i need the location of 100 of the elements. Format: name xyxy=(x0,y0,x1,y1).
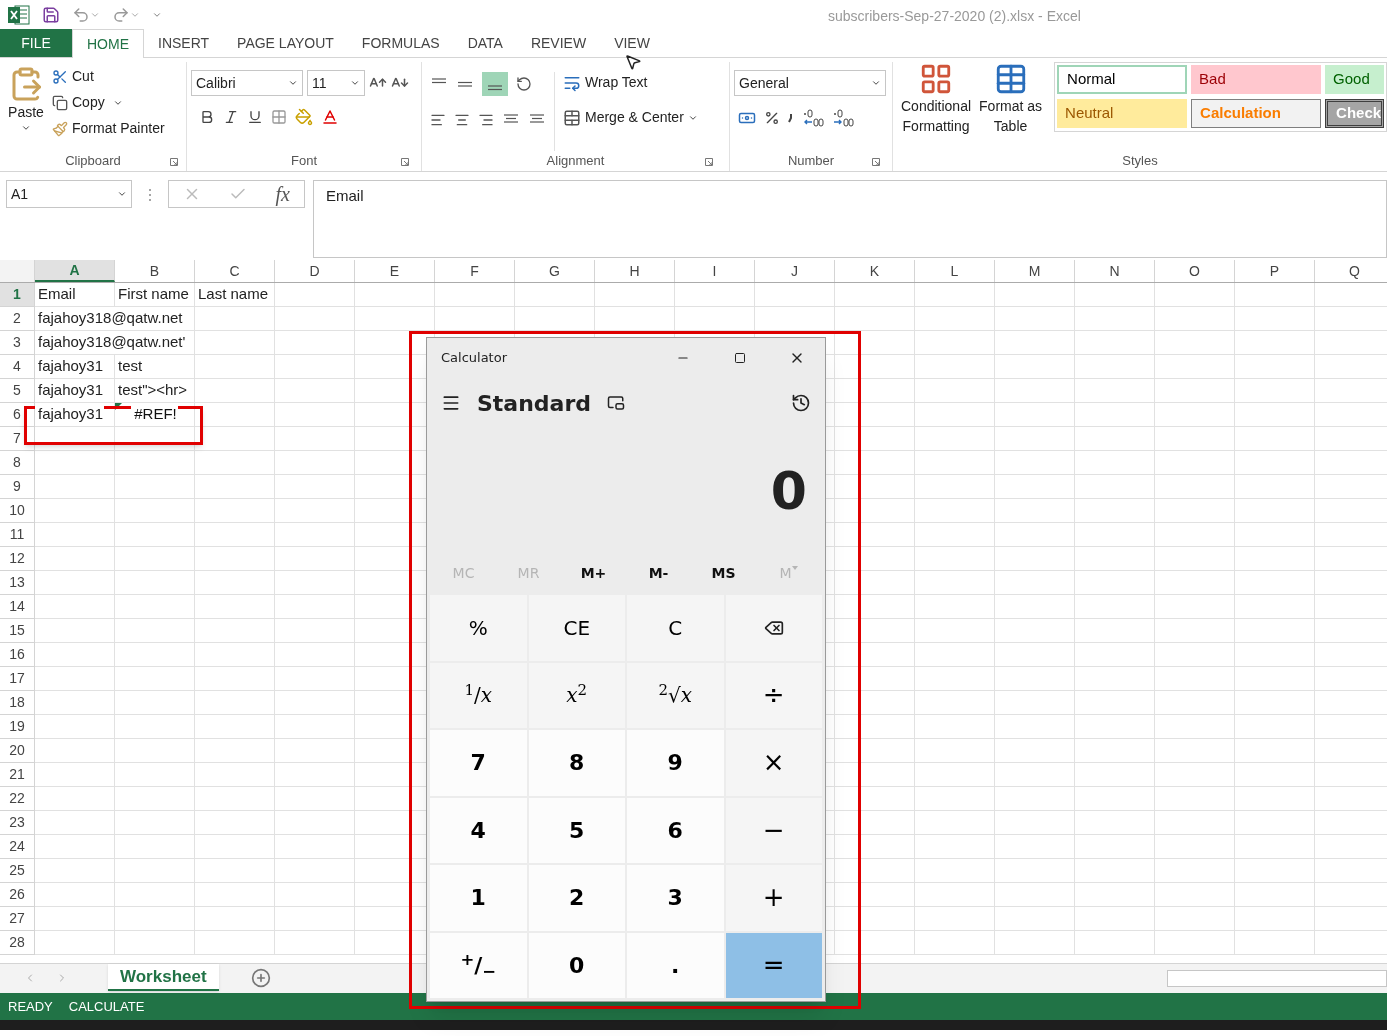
row-header[interactable]: 12 xyxy=(0,547,35,571)
format-as-table-button[interactable]: Format as Table xyxy=(979,62,1043,152)
row-header[interactable]: 9 xyxy=(0,475,35,499)
memory-button[interactable]: MS xyxy=(693,562,754,584)
row-header[interactable]: 14 xyxy=(0,595,35,619)
horizontal-scrollbar[interactable] xyxy=(1167,970,1387,987)
row-header[interactable]: 17 xyxy=(0,667,35,691)
row-header[interactable]: 23 xyxy=(0,811,35,835)
comma-icon[interactable] xyxy=(788,113,794,123)
row-header[interactable]: 26 xyxy=(0,883,35,907)
orientation-icon[interactable] xyxy=(516,76,532,92)
calculator-key[interactable]: 6 xyxy=(627,797,724,863)
calculator-key[interactable]: 2 xyxy=(528,865,625,931)
underline-icon[interactable] xyxy=(247,109,263,125)
row-header[interactable]: 1 xyxy=(0,283,35,307)
undo-icon[interactable] xyxy=(72,6,90,24)
calculator-key[interactable]: 1 xyxy=(430,865,527,931)
calculator-key[interactable]: + xyxy=(725,865,822,931)
file-tab[interactable]: FILE xyxy=(0,29,72,57)
calculator-key[interactable]: × xyxy=(725,730,822,796)
equals-button[interactable]: = xyxy=(725,932,822,998)
cell-style-item[interactable]: Normal xyxy=(1057,65,1188,94)
wrap-text-button[interactable]: Wrap Text xyxy=(563,72,698,93)
calculator-key[interactable]: 3 xyxy=(627,865,724,931)
font-color-icon[interactable] xyxy=(321,108,339,126)
row-header[interactable]: 20 xyxy=(0,739,35,763)
font-name-field[interactable]: Calibri xyxy=(191,70,303,96)
borders-icon[interactable] xyxy=(271,109,287,125)
row-header[interactable]: 27 xyxy=(0,907,35,931)
column-header[interactable]: H xyxy=(595,260,675,282)
calculator-key[interactable]: . xyxy=(627,932,724,998)
calculator-key[interactable]: 5 xyxy=(528,797,625,863)
calculator-key[interactable]: CE xyxy=(528,595,625,661)
name-box[interactable]: A1 xyxy=(6,180,132,208)
dialog-launcher-icon[interactable] xyxy=(401,158,409,167)
column-header[interactable]: P xyxy=(1235,260,1315,282)
copy-button[interactable]: Copy xyxy=(52,92,165,113)
align-left-icon[interactable] xyxy=(430,112,446,128)
redo-icon[interactable] xyxy=(112,6,130,24)
number-format-field[interactable]: General xyxy=(734,70,886,96)
row-header[interactable]: 7 xyxy=(0,427,35,451)
column-header[interactable]: L xyxy=(915,260,995,282)
calculator-key[interactable]: $^{2}$√x xyxy=(627,662,724,728)
row-header[interactable]: 19 xyxy=(0,715,35,739)
ribbon-tab[interactable]: INSERT xyxy=(144,29,224,57)
row-header[interactable]: 25 xyxy=(0,859,35,883)
row-header[interactable]: 15 xyxy=(0,619,35,643)
row-header[interactable]: 18 xyxy=(0,691,35,715)
fill-color-icon[interactable] xyxy=(295,108,313,126)
calculator-key[interactable]: − xyxy=(725,797,822,863)
cell-style-item[interactable]: Bad xyxy=(1191,65,1322,94)
dialog-launcher-icon[interactable] xyxy=(705,158,713,167)
column-header[interactable]: E xyxy=(355,260,435,282)
dialog-launcher-icon[interactable] xyxy=(872,158,880,167)
ribbon-tab[interactable]: DATA xyxy=(453,29,517,57)
column-header[interactable]: K xyxy=(835,260,915,282)
keep-on-top-icon[interactable] xyxy=(607,394,626,412)
column-header[interactable]: O xyxy=(1155,260,1235,282)
calculator-key[interactable]: ÷ xyxy=(725,662,822,728)
column-header[interactable]: B xyxy=(115,260,195,282)
calculator-key[interactable]: 0 xyxy=(528,932,625,998)
column-header[interactable]: Q xyxy=(1315,260,1387,282)
column-header[interactable]: N xyxy=(1075,260,1155,282)
row-header[interactable]: 11 xyxy=(0,523,35,547)
sheet-tab[interactable]: Worksheet xyxy=(108,964,219,991)
calculator-key[interactable]: $^{1}$/x xyxy=(430,662,527,728)
row-header[interactable]: 22 xyxy=(0,787,35,811)
percent-icon[interactable] xyxy=(764,110,780,126)
ribbon-tab[interactable]: VIEW xyxy=(600,29,664,57)
calculator-key[interactable]: 7 xyxy=(430,730,527,796)
ribbon-tab[interactable]: HOME xyxy=(72,29,144,58)
calculator-key[interactable]: C xyxy=(627,595,724,661)
insert-function-button[interactable]: fx xyxy=(275,179,290,209)
column-header[interactable]: A xyxy=(35,260,115,282)
row-header[interactable]: 13 xyxy=(0,571,35,595)
row-header[interactable]: 10 xyxy=(0,499,35,523)
decrease-decimal-icon[interactable] xyxy=(832,108,854,128)
calculator-key[interactable]: x$^{2}$ xyxy=(528,662,625,728)
row-header[interactable]: 28 xyxy=(0,931,35,955)
spreadsheet-app-icon[interactable] xyxy=(8,5,30,25)
add-sheet-icon[interactable] xyxy=(250,968,271,988)
increase-decimal-icon[interactable] xyxy=(802,108,824,128)
column-header[interactable]: F xyxy=(435,260,515,282)
align-center-icon[interactable] xyxy=(454,112,470,128)
ribbon-tab[interactable]: FORMULAS xyxy=(347,29,454,57)
ribbon-tab[interactable]: REVIEW xyxy=(516,29,601,57)
history-icon[interactable] xyxy=(791,393,811,413)
paste-button[interactable]: Paste xyxy=(0,62,52,152)
row-header[interactable]: 24 xyxy=(0,835,35,859)
cell-style-item[interactable]: Neutral xyxy=(1057,99,1188,128)
merge-center-button[interactable]: Merge & Center xyxy=(563,107,698,128)
formula-field[interactable]: Email xyxy=(313,180,1387,258)
row-header[interactable]: 21 xyxy=(0,763,35,787)
menu-icon[interactable] xyxy=(441,393,461,413)
row-header[interactable]: 16 xyxy=(0,643,35,667)
column-header[interactable]: C xyxy=(195,260,275,282)
italic-icon[interactable] xyxy=(223,109,239,125)
calculator-key[interactable]: % xyxy=(430,595,527,661)
calculator-key[interactable]: 8 xyxy=(528,730,625,796)
calculator-key[interactable]: $^{+}$/$_{−}$ xyxy=(430,932,527,998)
